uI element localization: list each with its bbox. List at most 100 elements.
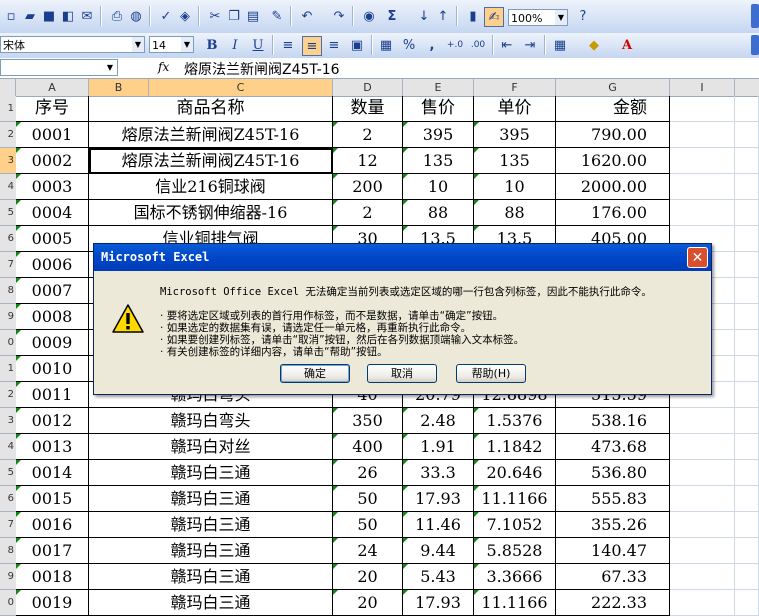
- cell-f[interactable]: 1.5376: [474, 408, 556, 434]
- format-painter-icon[interactable]: ✎: [268, 7, 286, 25]
- name-box[interactable]: ▼: [0, 59, 118, 76]
- font-size-select[interactable]: 14 ▼: [149, 36, 194, 53]
- row-header[interactable]: 6: [0, 486, 16, 512]
- cell-e[interactable]: 10: [403, 174, 474, 200]
- cell-g[interactable]: 790.00: [556, 122, 670, 148]
- cell-f[interactable]: 11.1166: [474, 486, 556, 512]
- cell-i[interactable]: [670, 486, 735, 512]
- cell-f[interactable]: 135: [474, 148, 556, 174]
- cell-i[interactable]: [670, 434, 735, 460]
- research-icon[interactable]: ◈: [176, 7, 194, 25]
- cell-i[interactable]: [670, 148, 735, 174]
- cell-d[interactable]: 26: [333, 460, 403, 486]
- cell-j[interactable]: [735, 538, 759, 564]
- cell-a[interactable]: 0017: [16, 538, 89, 564]
- currency-icon[interactable]: ▦: [377, 36, 395, 54]
- cell-f[interactable]: 88: [474, 200, 556, 226]
- cell-f[interactable]: 11.1166: [474, 590, 556, 616]
- cell-i[interactable]: [670, 460, 735, 486]
- cell-f[interactable]: 7.1052: [474, 512, 556, 538]
- cell-d[interactable]: 24: [333, 538, 403, 564]
- cell-j[interactable]: [735, 174, 759, 200]
- cell-g[interactable]: 536.80: [556, 460, 670, 486]
- cell-c[interactable]: 熔原法兰新闸阀Z45T-16: [89, 148, 333, 174]
- cell-d[interactable]: 200: [333, 174, 403, 200]
- autosum-icon[interactable]: Σ: [383, 7, 401, 25]
- cell-c[interactable]: 赣玛白三通: [89, 564, 333, 590]
- cell-j[interactable]: [735, 590, 759, 616]
- cell-i[interactable]: [670, 122, 735, 148]
- cell-j[interactable]: [735, 96, 759, 122]
- cell-j[interactable]: [735, 356, 759, 382]
- col-header-c[interactable]: C: [149, 79, 333, 96]
- increase-decimal-icon[interactable]: +.0: [446, 36, 464, 54]
- cell-j[interactable]: [735, 434, 759, 460]
- cell-i[interactable]: [670, 96, 735, 122]
- cell-a[interactable]: 0019: [16, 590, 89, 616]
- cancel-button[interactable]: 取消: [367, 364, 437, 383]
- spelling-icon[interactable]: ✓: [157, 7, 175, 25]
- print-icon[interactable]: ⎙: [108, 7, 126, 25]
- merge-center-icon[interactable]: ▣: [348, 36, 366, 54]
- row-header[interactable]: 0: [0, 330, 16, 356]
- cell-f[interactable]: 10: [474, 174, 556, 200]
- cell-g[interactable]: 473.68: [556, 434, 670, 460]
- cell-a[interactable]: 0018: [16, 564, 89, 590]
- row-header[interactable]: 7: [0, 512, 16, 538]
- cell-e[interactable]: 17.93: [403, 590, 474, 616]
- cell-a[interactable]: 0013: [16, 434, 89, 460]
- cell-j[interactable]: [735, 226, 759, 252]
- cell-g[interactable]: 140.47: [556, 538, 670, 564]
- cell-d[interactable]: 12: [333, 148, 403, 174]
- cell-c[interactable]: 赣玛白弯头: [89, 408, 333, 434]
- cell-j[interactable]: [735, 278, 759, 304]
- copy-icon[interactable]: ❐: [225, 7, 243, 25]
- cell-e[interactable]: 2.48: [403, 408, 474, 434]
- row-header[interactable]: 6: [0, 226, 16, 252]
- cell-a[interactable]: 0002: [16, 148, 89, 174]
- col-header-d[interactable]: D: [333, 79, 403, 96]
- cell-d[interactable]: 350: [333, 408, 403, 434]
- redo-icon[interactable]: ↷: [330, 7, 348, 25]
- cell-d[interactable]: 数量: [333, 96, 403, 122]
- row-header[interactable]: 5: [0, 200, 16, 226]
- decrease-indent-icon[interactable]: ⇤: [498, 36, 516, 54]
- cell-d[interactable]: 2: [333, 122, 403, 148]
- cell-j[interactable]: [735, 200, 759, 226]
- row-header[interactable]: 2: [0, 122, 16, 148]
- align-center-icon[interactable]: ≡: [302, 36, 322, 56]
- cell-c[interactable]: 赣玛白三通: [89, 590, 333, 616]
- cell-j[interactable]: [735, 122, 759, 148]
- cell-j[interactable]: [735, 330, 759, 356]
- cell-g[interactable]: 1620.00: [556, 148, 670, 174]
- cell-c[interactable]: 熔原法兰新闸阀Z45T-16: [89, 122, 333, 148]
- sort-ascending-icon[interactable]: ↓: [415, 7, 433, 25]
- col-header-a[interactable]: A: [16, 79, 89, 96]
- cell-g[interactable]: 67.33: [556, 564, 670, 590]
- cell-d[interactable]: 20: [333, 590, 403, 616]
- cell-e[interactable]: 售价: [403, 96, 474, 122]
- cell-a[interactable]: 0014: [16, 460, 89, 486]
- col-header-i[interactable]: I: [670, 79, 735, 96]
- cell-e[interactable]: 135: [403, 148, 474, 174]
- hyperlink-icon[interactable]: ◉: [360, 7, 378, 25]
- align-left-icon[interactable]: ≡: [279, 36, 297, 54]
- open-icon[interactable]: ▰: [21, 7, 39, 25]
- cell-j[interactable]: [735, 252, 759, 278]
- cell-a[interactable]: 0009: [16, 330, 89, 356]
- cell-c[interactable]: 赣玛白三通: [89, 538, 333, 564]
- help-button[interactable]: 帮助(H): [456, 364, 526, 383]
- cell-e[interactable]: 9.44: [403, 538, 474, 564]
- fill-color-icon[interactable]: ◆: [585, 36, 603, 54]
- toolbar-options-icon[interactable]: [751, 35, 759, 55]
- cell-i[interactable]: [670, 174, 735, 200]
- paste-icon[interactable]: ▤: [244, 7, 262, 25]
- percent-icon[interactable]: %: [400, 36, 418, 54]
- font-color-icon[interactable]: A: [618, 36, 636, 54]
- cell-g[interactable]: 金额: [556, 96, 670, 122]
- italic-icon[interactable]: I: [226, 36, 244, 54]
- col-header-b[interactable]: B: [89, 79, 149, 96]
- row-header[interactable]: 8: [0, 278, 16, 304]
- cell-j[interactable]: [735, 564, 759, 590]
- cell-j[interactable]: [735, 460, 759, 486]
